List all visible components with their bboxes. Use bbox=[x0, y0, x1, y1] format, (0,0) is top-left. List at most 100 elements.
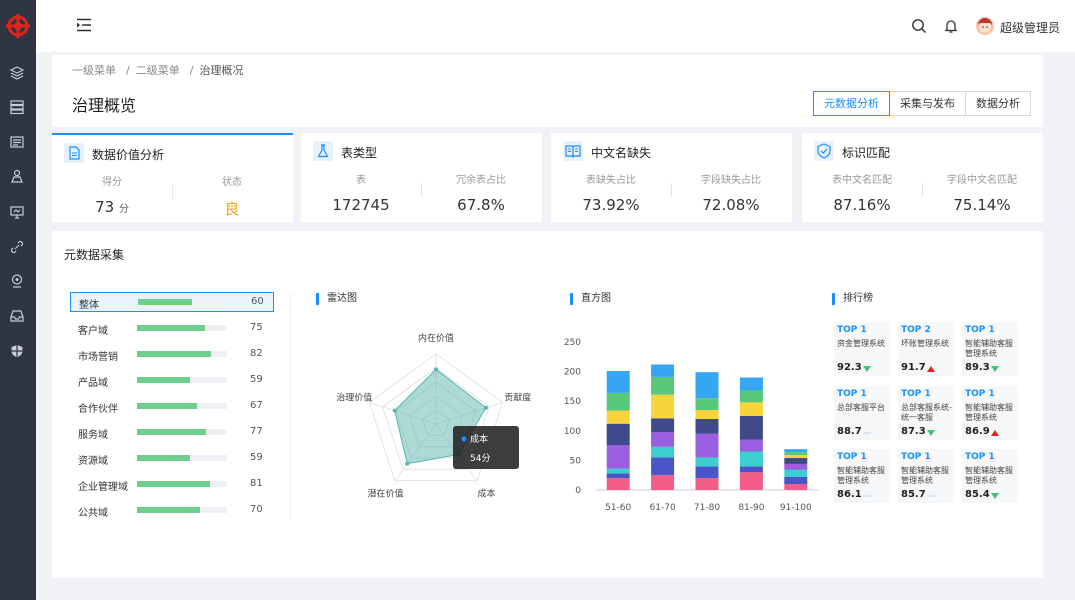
y-tick-label: 250 bbox=[564, 338, 581, 348]
domain-bar-fill bbox=[137, 455, 191, 461]
rank-label: TOP 1 bbox=[965, 389, 995, 399]
bar-segment bbox=[784, 469, 808, 477]
location-icon[interactable] bbox=[9, 273, 25, 289]
radar-tooltip: 成本 54分 bbox=[453, 426, 519, 469]
stat-value: 75.14% bbox=[953, 196, 1011, 214]
stat-value: 172745 bbox=[332, 196, 390, 214]
domain-name: 产品域 bbox=[78, 378, 108, 389]
bar-segment bbox=[695, 418, 719, 434]
stat-value: 73.92% bbox=[582, 196, 640, 214]
link-icon[interactable] bbox=[9, 239, 25, 255]
bar-segment bbox=[739, 472, 763, 490]
rank-system-name: 智能辅助客服管理系统 bbox=[837, 466, 885, 485]
rank-label: TOP 1 bbox=[901, 452, 931, 462]
search-icon[interactable] bbox=[911, 18, 927, 34]
flask-icon bbox=[317, 144, 329, 158]
stat-unit: 分 bbox=[118, 204, 129, 215]
stat-title: 中文名缺失 bbox=[591, 146, 652, 160]
domain-item-overall[interactable]: 整体 60 bbox=[70, 292, 274, 312]
domain-name: 整体 bbox=[79, 300, 99, 311]
menu-fold-icon[interactable] bbox=[76, 18, 92, 32]
domain-value: 67 bbox=[250, 400, 263, 411]
bell-icon[interactable] bbox=[943, 18, 959, 34]
bar-segment bbox=[739, 451, 763, 467]
rank-card[interactable]: TOP 1 总部客服系统-统一客服 87.3 bbox=[898, 386, 954, 440]
stat-value: 87.16% bbox=[833, 196, 891, 214]
y-tick-label: 0 bbox=[575, 486, 581, 496]
document-icon bbox=[69, 146, 80, 160]
breadcrumb-current: 治理概况 bbox=[199, 64, 244, 77]
rank-card[interactable]: TOP 1 总部客服平台 88.7 bbox=[834, 386, 890, 440]
rank-card[interactable]: TOP 1 智能辅助客服管理系统 86.9 bbox=[962, 386, 1018, 440]
bar-segment bbox=[606, 392, 630, 411]
trend-marker bbox=[991, 366, 999, 372]
shield-check-icon-box bbox=[814, 141, 834, 161]
stat-title: 标识匹配 bbox=[842, 146, 891, 160]
page-title: 治理概览 bbox=[72, 96, 137, 115]
domain-list: 整体 60 客户域 75 市场营销 82 产品域 59 合作伙伴 67 服务域 … bbox=[70, 292, 274, 526]
domain-bar-fill bbox=[137, 507, 200, 513]
database-icon[interactable] bbox=[9, 99, 25, 115]
radar-indicator-label: 潜在价值 bbox=[367, 488, 403, 500]
newspaper-icon[interactable] bbox=[9, 134, 25, 150]
trend-marker bbox=[991, 430, 999, 436]
rank-system-name: 智能辅助客服管理系统 bbox=[965, 339, 1013, 358]
bar-segment bbox=[651, 376, 675, 395]
rank-card[interactable]: TOP 1 智能辅助客服管理系统 85.4 bbox=[962, 449, 1018, 503]
domain-item-partner[interactable]: 合作伙伴 67 bbox=[70, 396, 274, 422]
domain-value: 77 bbox=[250, 426, 263, 437]
stat-card-id-match[interactable]: 标识匹配 表中文名匹配 87.16% 字段中文名匹配 75.14% bbox=[802, 133, 1043, 222]
avatar[interactable] bbox=[976, 17, 994, 35]
user-network-icon[interactable] bbox=[9, 168, 25, 184]
tab-metadata-analysis[interactable]: 元数据分析 bbox=[813, 91, 890, 116]
domain-bar-track bbox=[137, 507, 227, 513]
bar-segment bbox=[695, 457, 719, 467]
domain-bar-fill bbox=[137, 403, 198, 409]
tab-data-analysis[interactable]: 数据分析 bbox=[965, 91, 1031, 116]
radar-chart[interactable]: 内在价值贡献度成本潜在价值治理价值成本54分 bbox=[302, 326, 562, 521]
histogram-panel-title: 直方图 bbox=[570, 293, 611, 305]
domain-item-public[interactable]: 公共域 70 bbox=[70, 500, 274, 526]
breadcrumb-level1[interactable]: 一级菜单 bbox=[72, 64, 116, 77]
radar-indicator-label: 治理价值 bbox=[336, 391, 372, 403]
radar-indicator-label: 内在价值 bbox=[418, 332, 454, 344]
monitor-icon[interactable] bbox=[9, 204, 25, 220]
breadcrumb-level2[interactable]: 二级菜单 bbox=[136, 64, 180, 77]
radar-point bbox=[405, 461, 410, 466]
rank-card[interactable]: TOP 1 智能辅助客服管理系统 89.3 bbox=[962, 322, 1018, 376]
rank-card[interactable]: TOP 1 智能辅助客服管理系统 85.7 bbox=[898, 449, 954, 503]
histogram-chart[interactable]: 0 50 100 150 200 250 51-60 61-70 71-80 81-90 91-10… bbox=[556, 331, 826, 521]
layers-icon[interactable] bbox=[9, 65, 25, 81]
rank-score: 86.1 bbox=[837, 489, 862, 500]
stat-card-cn-name-missing[interactable]: 中文名缺失 表缺失占比 73.92% 字段缺失占比 72.08% bbox=[551, 133, 792, 222]
stat-title: 表类型 bbox=[341, 146, 378, 160]
bar-segment bbox=[695, 372, 719, 399]
tooltip-series: 成本 bbox=[470, 433, 488, 445]
domain-item-customer[interactable]: 客户域 75 bbox=[70, 318, 274, 344]
breadcrumb-separator: / bbox=[126, 64, 130, 77]
shield-icon[interactable] bbox=[9, 343, 25, 359]
stat-card-data-value[interactable]: 数据价值分析 得分 73 分 状态良 bbox=[52, 133, 293, 222]
stat-value: 67.8% bbox=[457, 196, 505, 214]
rank-system-name: 智能辅助客服管理系统 bbox=[965, 403, 1013, 422]
bar-segment bbox=[695, 433, 719, 458]
domain-item-resource[interactable]: 资源域 59 bbox=[70, 448, 274, 474]
domain-item-marketing[interactable]: 市场营销 82 bbox=[70, 344, 274, 370]
radar-indicator-label: 成本 bbox=[478, 488, 496, 500]
trend-marker bbox=[927, 495, 935, 497]
radar-indicator-label: 贡献度 bbox=[504, 391, 531, 403]
rank-card[interactable]: TOP 2 坏账管理系统 91.7 bbox=[898, 322, 954, 376]
domain-item-service[interactable]: 服务域 77 bbox=[70, 422, 274, 448]
book-icon-box bbox=[563, 141, 583, 161]
rank-system-name: 总部客服平台 bbox=[837, 403, 885, 412]
rank-system-name: 智能辅助客服管理系统 bbox=[901, 466, 949, 485]
rank-card[interactable]: TOP 1 资金管理系统 92.3 bbox=[834, 322, 890, 376]
page-header: 一级菜单 / 二级菜单 / 治理概况 治理概览 元数据分析 采集与发布 数据分析 bbox=[52, 55, 1043, 127]
rank-card[interactable]: TOP 1 智能辅助客服管理系统 86.1 bbox=[834, 449, 890, 503]
tab-collect-publish[interactable]: 采集与发布 bbox=[889, 91, 966, 116]
domain-item-enterprise[interactable]: 企业管理域 81 bbox=[70, 474, 274, 500]
inbox-icon[interactable] bbox=[9, 308, 25, 324]
user-name[interactable]: 超级管理员 bbox=[1000, 19, 1060, 36]
stat-card-table-type[interactable]: 表类型 表 172745 冗余表占比 67.8% bbox=[301, 133, 542, 222]
domain-item-product[interactable]: 产品域 59 bbox=[70, 370, 274, 396]
